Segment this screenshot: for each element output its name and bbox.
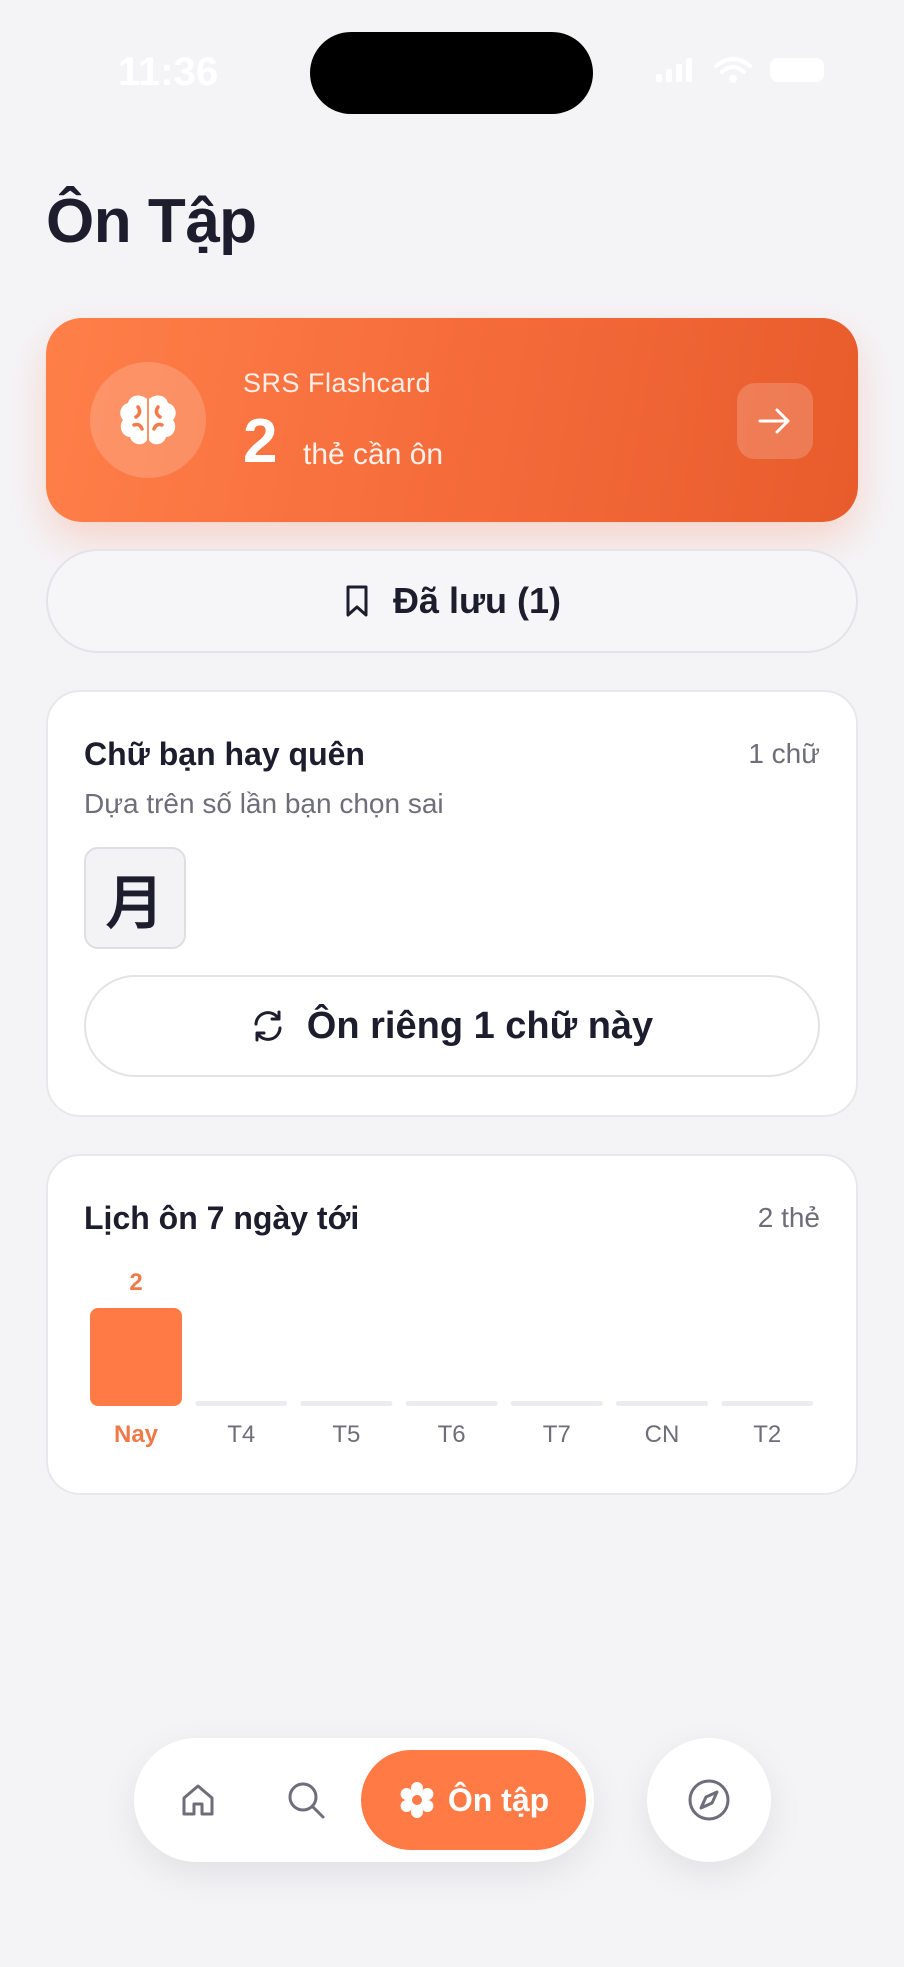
nav-search-button[interactable] (282, 1776, 330, 1824)
search-icon (288, 1782, 325, 1819)
review-selected-label: Ôn riêng 1 chữ này (306, 1004, 654, 1047)
chart-bar-t7 (510, 1401, 603, 1406)
chart-bar-t6 (405, 1401, 498, 1406)
forgotten-subtitle: Dựa trên số lần bạn chọn sai (84, 788, 444, 819)
signal-icon (656, 58, 692, 82)
srs-label: SRS Flashcard (243, 368, 432, 398)
status-bar: 11:36 (0, 0, 904, 150)
nav-review-label: Ôn tập (447, 1781, 550, 1818)
chart-tick-label: CN (645, 1421, 680, 1448)
chart-bar-t2 (721, 1401, 814, 1406)
dynamic-island (310, 32, 593, 114)
chart-bar-t5 (300, 1401, 393, 1406)
arrow-right-icon[interactable] (737, 383, 813, 459)
battery-icon (770, 58, 824, 82)
srs-count: 2 (243, 407, 278, 476)
bookmark-icon (346, 585, 368, 617)
nav-home-button[interactable] (174, 1776, 222, 1824)
chart-bar-cn (616, 1401, 708, 1406)
kanji-tile[interactable]: 月 (84, 847, 186, 949)
bottom-nav: Ôn tập (134, 1738, 594, 1862)
forgotten-title: Chữ bạn hay quên (84, 736, 365, 772)
chart-tick-label: Nay (114, 1421, 159, 1448)
refresh-icon (254, 1010, 282, 1042)
schedule-bar-chart: 2 Nay T4 T5 T6 T7 CN T2 (90, 1269, 814, 1448)
saved-label: Đã lưu (1) (392, 580, 562, 621)
nav-review-tab[interactable]: Ôn tập (361, 1750, 586, 1850)
chart-data-label: 2 (129, 1269, 142, 1296)
forgotten-characters-card: Chữ bạn hay quên 1 chữ Dựa trên số lần b… (46, 690, 858, 1117)
chart-tick-label: T5 (332, 1421, 360, 1448)
saved-button[interactable]: Đã lưu (1) (46, 549, 858, 653)
review-selected-button[interactable]: Ôn riêng 1 chữ này (84, 975, 820, 1077)
chart-bar-t4 (195, 1401, 288, 1406)
srs-unit: thẻ cần ôn (303, 438, 444, 471)
chart-tick-label: T4 (227, 1421, 255, 1448)
forgotten-count: 1 chữ (748, 738, 820, 769)
brain-icon (90, 362, 206, 478)
review-schedule-card: Lịch ôn 7 ngày tới 2 thẻ 2 Nay T4 T5 T6 T7 CN T… (46, 1154, 858, 1495)
status-icons (656, 56, 824, 84)
chart-tick-label: T7 (543, 1421, 571, 1448)
home-icon (182, 1784, 214, 1816)
chart-bar-nay (90, 1308, 182, 1406)
explore-button[interactable] (647, 1738, 771, 1862)
chart-tick-label: T6 (438, 1421, 466, 1448)
srs-flashcard-card[interactable]: SRS Flashcard 2 thẻ cần ôn (46, 318, 858, 522)
gear-icon (400, 1782, 434, 1818)
chart-tick-label: T2 (753, 1421, 781, 1448)
wifi-icon (714, 57, 752, 83)
page-title: Ôn Tập (46, 187, 257, 256)
compass-icon (688, 1779, 730, 1821)
status-time: 11:36 (118, 50, 219, 94)
